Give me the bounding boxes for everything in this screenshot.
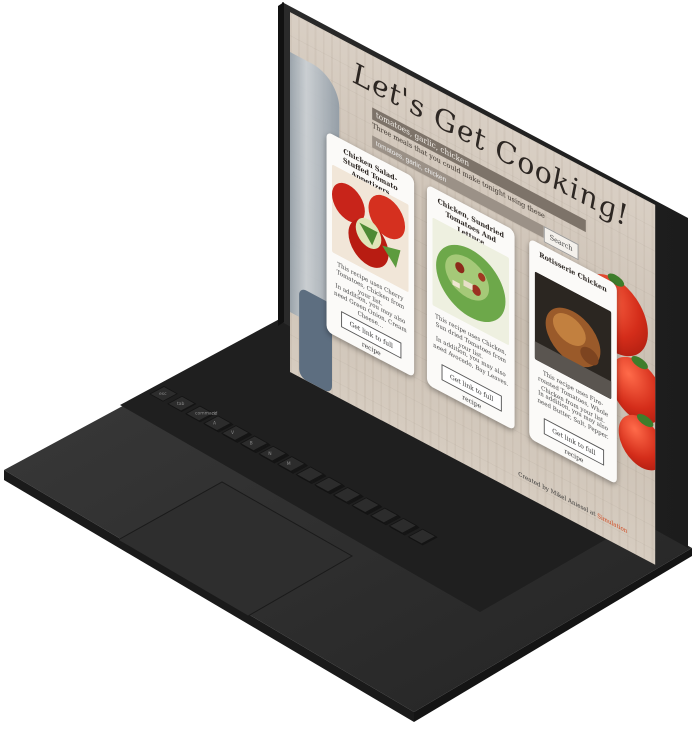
keyboard-key-label: B: [250, 441, 253, 447]
recipe-card: Chicken, Sundried Tomatoes And Lettuce T…: [426, 184, 515, 431]
keyboard-key-label: esc: [159, 392, 167, 397]
laptop-scene: esctabcaps lockshiftfncontroloptioncomma…: [0, 0, 697, 724]
credit-prefix: Created by Mikel Aniesel at: [518, 470, 596, 519]
credit-link[interactable]: Simulation: [597, 512, 627, 535]
recipe-card: Chicken Salad-Stuffed Tomato Appetizers: [326, 131, 415, 378]
keyboard-key-label: command: [195, 411, 218, 417]
credit-text: Created by Mikel Aniesel at Simulation: [518, 471, 655, 550]
lid-edge: [278, 2, 284, 326]
keyboard-key-label: N: [268, 451, 271, 457]
keyboard-key-label: tab: [177, 401, 185, 407]
